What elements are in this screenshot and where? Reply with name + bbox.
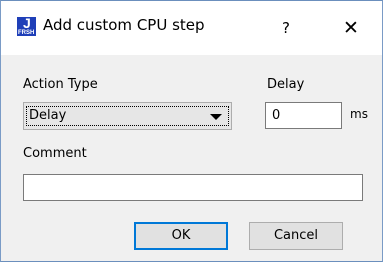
delay-input[interactable]: 0 bbox=[265, 102, 342, 129]
comment-label: Comment bbox=[23, 146, 87, 161]
comment-input[interactable] bbox=[23, 174, 363, 201]
help-button[interactable]: ? bbox=[269, 11, 303, 45]
add-custom-cpu-step-dialog: J FRSH Add custom CPU step ? ✕ Action Ty… bbox=[0, 0, 383, 262]
app-icon: J FRSH bbox=[17, 15, 36, 36]
cancel-button[interactable]: Cancel bbox=[249, 222, 343, 250]
action-type-selected-value: Delay bbox=[29, 108, 67, 123]
action-type-label: Action Type bbox=[23, 77, 98, 92]
ok-button[interactable]: OK bbox=[134, 222, 228, 250]
title-bar[interactable]: J FRSH Add custom CPU step ? ✕ bbox=[1, 1, 382, 55]
window-title: Add custom CPU step bbox=[43, 16, 205, 34]
action-type-dropdown[interactable]: Delay bbox=[23, 102, 232, 130]
delay-unit-label: ms bbox=[350, 107, 368, 121]
app-icon-letter: J bbox=[23, 15, 31, 31]
close-button[interactable]: ✕ bbox=[331, 11, 371, 45]
chevron-down-icon bbox=[210, 114, 222, 120]
delay-label: Delay bbox=[267, 77, 305, 92]
app-icon-caption: FRSH bbox=[18, 30, 35, 36]
